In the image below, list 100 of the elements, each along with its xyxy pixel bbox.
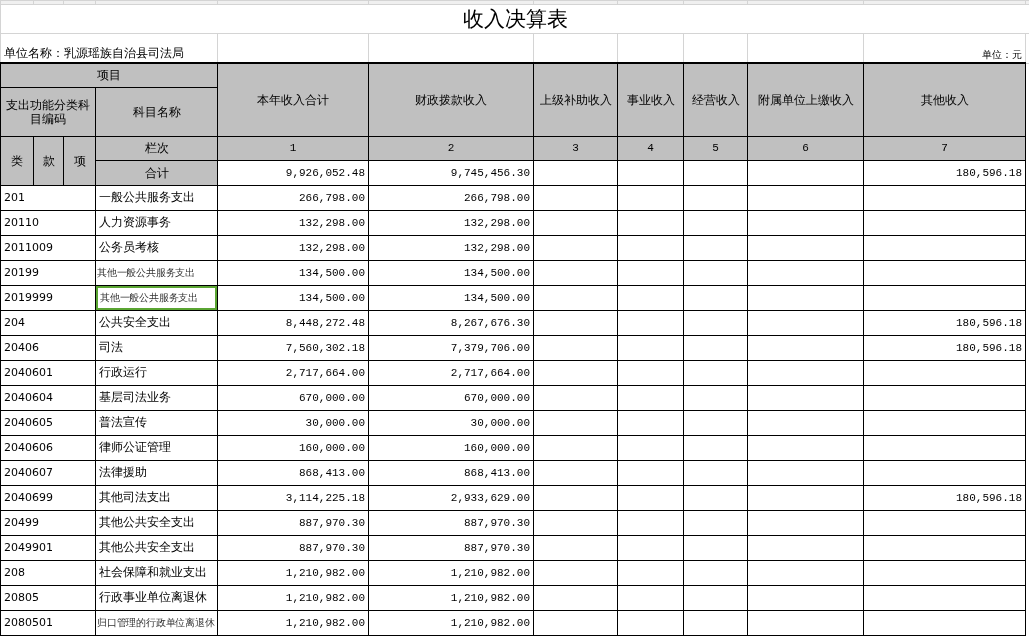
table-cell: [683, 610, 748, 635]
table-cell: 180,596.18: [863, 160, 1026, 185]
table-cell: 2040605: [0, 410, 96, 435]
table-cell: 8,448,272.48: [217, 310, 369, 335]
table-cell: 2019999: [0, 285, 96, 310]
table-cell: 1,210,982.00: [217, 560, 369, 585]
table-cell: 132,298.00: [217, 210, 369, 235]
row-label: 合计: [95, 160, 218, 185]
table-cell: 2040699: [0, 485, 96, 510]
column-header: 项目: [0, 63, 218, 87]
table-cell: 134,500.00: [368, 285, 534, 310]
table-cell[interactable]: 人力资源事务: [95, 210, 218, 235]
table-cell: 20406: [0, 335, 96, 360]
column-header: 经营收入: [683, 63, 748, 136]
table-cell: [617, 510, 684, 535]
table-cell: 9,926,052.48: [217, 160, 369, 185]
table-cell: 20499: [0, 510, 96, 535]
column-header: 支出功能分类科目编码: [0, 87, 96, 136]
table-cell: 887,970.30: [217, 535, 369, 560]
table-cell: 2011009: [0, 235, 96, 260]
table-cell: 20805: [0, 585, 96, 610]
table-cell: 266,798.00: [217, 185, 369, 210]
table-cell: 20199: [0, 260, 96, 285]
table-cell[interactable]: 行政运行: [95, 360, 218, 385]
table-cell: 208: [0, 560, 96, 585]
table-cell[interactable]: 基层司法业务: [95, 385, 218, 410]
table-cell: [683, 185, 748, 210]
table-cell[interactable]: 律师公证管理: [95, 435, 218, 460]
table-cell: [683, 235, 748, 260]
table-cell: [617, 610, 684, 635]
table-cell: 887,970.30: [368, 510, 534, 535]
table-cell: 2040601: [0, 360, 96, 385]
table-cell: 2,717,664.00: [368, 360, 534, 385]
table-cell[interactable]: 公务员考核: [95, 235, 218, 260]
table-cell: [683, 535, 748, 560]
column-header: 项: [63, 136, 96, 185]
table-cell[interactable]: 社会保障和就业支出: [95, 560, 218, 585]
table-cell: 180,596.18: [863, 310, 1026, 335]
table-cell: [617, 360, 684, 385]
column-header: 其他收入: [863, 63, 1026, 136]
table-cell: [683, 285, 748, 310]
table-cell: [683, 585, 748, 610]
table-cell: 204: [0, 310, 96, 335]
table-cell: [617, 385, 684, 410]
table-cell: [617, 460, 684, 485]
table-cell: 1,210,982.00: [217, 585, 369, 610]
column-header: 上级补助收入: [533, 63, 618, 136]
column-header: 类: [0, 136, 34, 185]
table-cell: 2080501: [0, 610, 96, 635]
table-cell[interactable]: 其他一般公共服务支出: [95, 285, 218, 310]
table-cell: [683, 560, 748, 585]
table-cell: [617, 485, 684, 510]
table-cell: 670,000.00: [368, 385, 534, 410]
table-cell: 2040607: [0, 460, 96, 485]
table-cell: 1,210,982.00: [368, 560, 534, 585]
table-cell: [617, 260, 684, 285]
column-number: 6: [747, 136, 864, 160]
table-cell: 201: [0, 185, 96, 210]
table-cell[interactable]: 其他公共安全支出: [95, 510, 218, 535]
table-cell: [683, 435, 748, 460]
table-cell: 2,717,664.00: [217, 360, 369, 385]
table-cell: [683, 360, 748, 385]
table-cell: [683, 210, 748, 235]
table-cell: 1,210,982.00: [368, 610, 534, 635]
table-cell[interactable]: 公共安全支出: [95, 310, 218, 335]
table-cell: 266,798.00: [368, 185, 534, 210]
table-cell: 30,000.00: [368, 410, 534, 435]
table-cell: 132,298.00: [217, 235, 369, 260]
column-header: 附属单位上缴收入: [747, 63, 864, 136]
table-cell: 670,000.00: [217, 385, 369, 410]
table-cell[interactable]: 普法宣传: [95, 410, 218, 435]
table-cell: [617, 560, 684, 585]
table-cell: 7,560,302.18: [217, 335, 369, 360]
table-cell: 7,379,706.00: [368, 335, 534, 360]
table-cell: [617, 235, 684, 260]
table-cell: [617, 435, 684, 460]
table-cell[interactable]: 法律援助: [95, 460, 218, 485]
table-cell: 134,500.00: [368, 260, 534, 285]
table-cell: 132,298.00: [368, 210, 534, 235]
table-cell: 132,298.00: [368, 235, 534, 260]
table-cell: [683, 485, 748, 510]
table-cell: 180,596.18: [863, 485, 1026, 510]
table-cell[interactable]: 其他一般公共服务支出: [95, 260, 218, 285]
table-cell: 2040606: [0, 435, 96, 460]
table-cell[interactable]: 司法: [95, 335, 218, 360]
table-cell: 1,210,982.00: [217, 610, 369, 635]
table-cell: 160,000.00: [368, 435, 534, 460]
table-cell[interactable]: 其他司法支出: [95, 485, 218, 510]
column-header: 科目名称: [95, 87, 218, 136]
table-cell[interactable]: 行政事业单位离退休: [95, 585, 218, 610]
table-cell[interactable]: 其他公共安全支出: [95, 535, 218, 560]
table-cell: 2049901: [0, 535, 96, 560]
table-cell[interactable]: 一般公共服务支出: [95, 185, 218, 210]
table-cell: [683, 310, 748, 335]
table-cell[interactable]: 归口管理的行政单位离退休: [95, 610, 218, 635]
table-cell: [617, 210, 684, 235]
table-cell: [683, 335, 748, 360]
table-cell: 3,114,225.18: [217, 485, 369, 510]
column-number: 1: [217, 136, 369, 160]
table-cell: 160,000.00: [217, 435, 369, 460]
